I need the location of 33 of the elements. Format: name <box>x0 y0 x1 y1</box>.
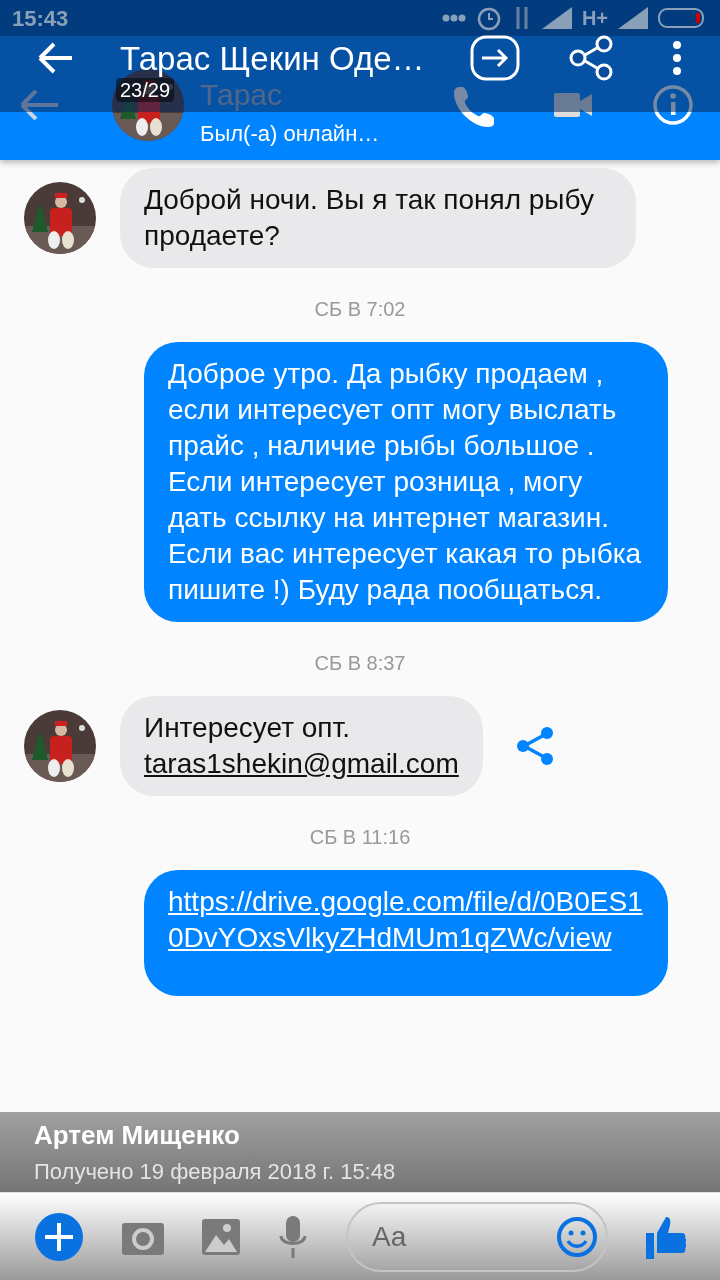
more-icon[interactable] <box>672 40 682 76</box>
add-icon[interactable] <box>34 1211 84 1262</box>
message-timestamp: СБ В 8:37 <box>313 651 407 676</box>
image-icon[interactable] <box>202 1218 240 1255</box>
email-link[interactable]: taras1shekin@gmail.com <box>144 746 459 782</box>
microphone-icon[interactable] <box>278 1215 308 1258</box>
contact-status: Был(-а) онлайн… <box>200 120 381 148</box>
received-date: Получено 19 февраля 2018 г. 15:48 <box>34 1158 396 1186</box>
message-field[interactable]: Aa <box>346 1201 608 1272</box>
emoji-icon[interactable] <box>556 1215 598 1258</box>
message-timestamp: СБ В 11:16 <box>308 825 412 850</box>
info-icon[interactable] <box>652 84 694 126</box>
forward-icon[interactable] <box>470 35 520 81</box>
share-icon[interactable] <box>568 35 614 81</box>
video-icon[interactable] <box>554 91 594 119</box>
message-text: Интересует опт. <box>144 711 351 745</box>
url-link[interactable]: https://drive.google.com/file/d/0B0ES10DvYOxsVlkyZHdMUm1qZWc/view <box>168 884 644 956</box>
signal-icon <box>618 7 648 29</box>
viewer-title: Тарас Щекин Оде… <box>120 41 426 75</box>
sender-name: Артем Мищенко <box>34 1119 240 1152</box>
thumbs-up-icon[interactable] <box>646 1214 686 1259</box>
contact-name: Тарас <box>200 78 284 111</box>
status-time: 15:43 <box>12 4 69 33</box>
signal-icon <box>541 7 572 29</box>
message-timestamp: СБ В 7:02 <box>313 297 407 322</box>
alarm-icon <box>475 5 502 31</box>
message-text: Доброе утро. Да рыбку продаем , если интересует опт могу выслать прайс , наличие рыбы большое . Если интересует розница , могу дать ссылку на интернет магазин. Если вас интересует какая то рыбка пишите !) Буду рада пообщаться. <box>168 357 643 607</box>
image-counter: 23/29 <box>116 78 175 102</box>
network-type: H+ <box>581 6 608 31</box>
message-text: Доброй ночи. Вы я так понял рыбу продаете? <box>144 183 595 253</box>
share-icon[interactable] <box>514 726 555 766</box>
notification-dots-icon <box>441 14 466 22</box>
text-input[interactable]: Aa <box>370 1214 520 1259</box>
